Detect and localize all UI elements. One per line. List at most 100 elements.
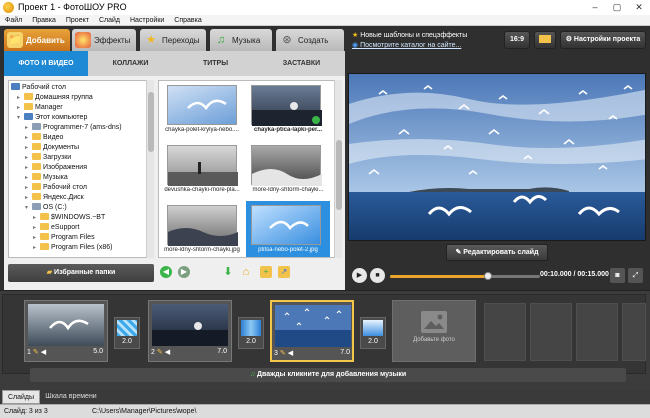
slide-card[interactable]: 1 ✎ ◀ 5.0 bbox=[24, 300, 108, 362]
tab-add[interactable]: 📁 Добавить bbox=[4, 29, 70, 51]
thumbnail-image[interactable] bbox=[251, 85, 322, 126]
sound-icon[interactable]: ◀ bbox=[165, 349, 170, 356]
menu-file[interactable]: Файл bbox=[0, 15, 27, 26]
tree-item[interactable]: Рабочий стол bbox=[11, 83, 66, 93]
expand-icon[interactable]: ▸ bbox=[33, 243, 40, 253]
project-settings-button[interactable]: ⚙ Настройки проекта bbox=[560, 31, 646, 49]
edit-pencil-icon[interactable]: ✎ bbox=[280, 350, 286, 357]
maximize-button[interactable]: ▢ bbox=[606, 0, 628, 15]
fullscreen-preview-icon[interactable]: ⤢ bbox=[628, 268, 643, 283]
transition-icon bbox=[363, 320, 383, 336]
music-track[interactable]: ♫ Дважды кликните для добавления музыки bbox=[30, 368, 626, 382]
tree-item[interactable]: ▸ Видео bbox=[25, 133, 63, 143]
thumbnail-image[interactable] bbox=[167, 205, 238, 246]
tree-item[interactable]: ▸ Домашняя группа bbox=[17, 93, 93, 103]
sound-icon[interactable]: ◀ bbox=[288, 350, 293, 357]
tree-item[interactable]: ▸ Program Files bbox=[33, 233, 95, 243]
tab-timeline[interactable]: Шкала времени bbox=[42, 390, 100, 404]
expand-icon[interactable]: ▸ bbox=[25, 183, 32, 193]
new-templates-link[interactable]: ★ Новые шаблоны и спецэффекты bbox=[352, 31, 467, 39]
tree-item[interactable]: ▸ eSupport bbox=[33, 223, 79, 233]
tree-item[interactable]: ▸ Рабочий стол bbox=[25, 183, 87, 193]
tree-scrollbar[interactable] bbox=[146, 80, 154, 258]
tab-transitions[interactable]: ★ Переходы bbox=[140, 29, 206, 51]
minimize-button[interactable]: – bbox=[584, 0, 606, 15]
back-icon[interactable]: ◀ bbox=[160, 266, 172, 278]
tree-item[interactable]: ▾ OS (C:) bbox=[25, 203, 67, 213]
close-button[interactable]: ✕ bbox=[628, 0, 650, 15]
tree-item[interactable]: ▸ Документы bbox=[25, 143, 79, 153]
expand-icon[interactable]: ▸ bbox=[33, 223, 40, 233]
home-icon[interactable]: ⌂ bbox=[240, 266, 252, 278]
tree-item[interactable]: ▸ Яндекс.Диск bbox=[25, 193, 84, 203]
edit-slide-button[interactable]: ✎ Редактировать слайд bbox=[446, 244, 548, 261]
expand-icon[interactable]: ▸ bbox=[25, 153, 32, 163]
tab-music[interactable]: ♫ Музыка bbox=[210, 29, 272, 51]
menu-project[interactable]: Проект bbox=[61, 15, 94, 26]
menu-edit[interactable]: Правка bbox=[27, 15, 61, 26]
subtab-intros[interactable]: ЗАСТАВКИ bbox=[258, 51, 345, 76]
expand-icon[interactable]: ▸ bbox=[33, 233, 40, 243]
edit-pencil-icon[interactable]: ✎ bbox=[33, 349, 39, 356]
thumbnail-grid: chayka-polet-krylya-nebo.... chayka-ptic… bbox=[158, 80, 342, 258]
catalog-link[interactable]: ◉ Посмотрите каталог на сайте... bbox=[352, 41, 461, 49]
thumbnail-image[interactable] bbox=[167, 85, 237, 125]
collapse-icon[interactable]: ▾ bbox=[25, 203, 32, 213]
forward-icon[interactable]: ▶ bbox=[178, 266, 190, 278]
tree-item[interactable]: ▸ Manager bbox=[17, 103, 63, 113]
expand-icon[interactable]: ▸ bbox=[25, 163, 32, 173]
menu-slide[interactable]: Слайд bbox=[94, 15, 125, 26]
edit-pencil-icon[interactable]: ✎ bbox=[157, 349, 163, 356]
add-down-icon[interactable]: ⬇ bbox=[222, 266, 234, 278]
tree-item[interactable]: ▸ Загрузки bbox=[25, 153, 71, 163]
slide-card-selected[interactable]: 3 ✎ ◀ 7.0 bbox=[270, 300, 354, 362]
expand-icon[interactable]: ▸ bbox=[25, 143, 32, 153]
thumbnails-scrollbar[interactable] bbox=[334, 80, 342, 258]
thumbnails-scroll-thumb[interactable] bbox=[336, 140, 342, 210]
tree-item[interactable]: ▸ Programmer-7 (ams-dns) bbox=[25, 123, 122, 133]
menu-help[interactable]: Справка bbox=[169, 15, 206, 26]
expand-icon[interactable]: ▸ bbox=[17, 93, 24, 103]
folder-tree[interactable]: Рабочий стол ▸ Домашняя группа ▸ Manager ▾… bbox=[8, 80, 154, 258]
tree-item[interactable]: ▸ $WINDOWS.~BT bbox=[33, 213, 105, 223]
expand-icon[interactable]: ▸ bbox=[25, 133, 32, 143]
transition-card[interactable]: 2.0 bbox=[114, 317, 140, 349]
transition-card[interactable]: 2.0 bbox=[238, 317, 264, 349]
tab-effects[interactable]: Эффекты bbox=[72, 29, 136, 51]
thumbnail-image[interactable] bbox=[251, 205, 321, 245]
tree-scroll-thumb[interactable] bbox=[148, 92, 154, 152]
tree-item[interactable]: ▸ Музыка bbox=[25, 173, 68, 183]
tab-create[interactable]: ⊛ Создать bbox=[276, 29, 344, 51]
expand-icon[interactable]: ▸ bbox=[17, 103, 24, 113]
tree-item-label: Документы bbox=[43, 144, 80, 151]
play-icon[interactable]: ▶ bbox=[352, 268, 367, 283]
aspect-ratio-button[interactable]: 16:9 bbox=[504, 31, 530, 49]
add-photo-placeholder[interactable]: Добавьте фото bbox=[392, 300, 476, 362]
tree-item[interactable]: ▾ Этот компьютер bbox=[17, 113, 87, 123]
expand-icon[interactable]: ▸ bbox=[25, 173, 32, 183]
expand-icon[interactable]: ▸ bbox=[33, 213, 40, 223]
open-folder-icon[interactable]: ↗ bbox=[278, 266, 290, 278]
camera-icon[interactable]: ◙ bbox=[610, 268, 625, 283]
stop-icon[interactable]: ■ bbox=[370, 268, 385, 283]
expand-icon[interactable]: ▸ bbox=[25, 193, 32, 203]
sound-icon[interactable]: ◀ bbox=[41, 349, 46, 356]
fullscreen-button[interactable] bbox=[534, 31, 556, 49]
subtab-titles[interactable]: ТИТРЫ bbox=[173, 51, 258, 76]
favorites-button[interactable]: ▰ Избранные папки bbox=[8, 264, 154, 282]
new-folder-icon[interactable]: + bbox=[260, 266, 272, 278]
thumbnail-image[interactable] bbox=[251, 145, 322, 186]
transition-card[interactable]: 2.0 bbox=[360, 317, 386, 349]
collapse-icon[interactable]: ▾ bbox=[17, 113, 24, 123]
thumbnail-image[interactable] bbox=[167, 145, 238, 186]
slide-card[interactable]: 2 ✎ ◀ 7.0 bbox=[148, 300, 232, 362]
playback-knob[interactable] bbox=[483, 272, 492, 280]
menu-settings[interactable]: Настройки bbox=[125, 15, 169, 26]
tab-slides[interactable]: Слайды bbox=[2, 390, 40, 404]
subtab-photo-video[interactable]: ФОТО И ВИДЕО bbox=[4, 51, 88, 76]
tree-item[interactable]: ▸ Изображения bbox=[25, 163, 87, 173]
expand-icon[interactable]: ▸ bbox=[25, 123, 32, 133]
tree-item[interactable]: ▸ Program Files (x86) bbox=[33, 243, 112, 253]
subtab-collages[interactable]: КОЛЛАЖИ bbox=[88, 51, 173, 76]
slide-duration: 7.0 bbox=[340, 349, 350, 356]
